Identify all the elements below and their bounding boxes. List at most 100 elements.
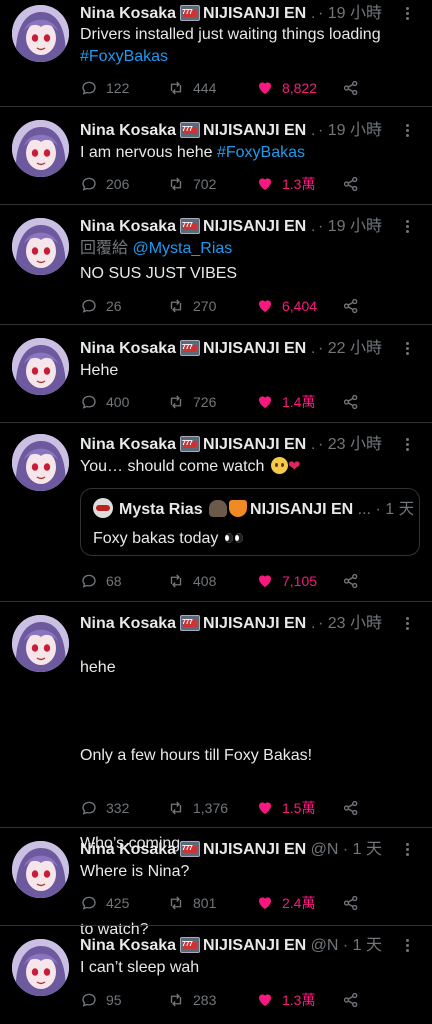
- avatar[interactable]: [12, 841, 69, 898]
- tweet[interactable]: Nina KosakaNIJISANJI EN… · 22 小時 Hehe 40…: [0, 326, 432, 423]
- avatar-image: [12, 841, 69, 898]
- quoted-avatar[interactable]: [93, 498, 113, 518]
- tweet-time[interactable]: · 19 小時: [313, 3, 382, 25]
- quoted-tweet[interactable]: Mysta Rias NIJISANJI EN ... · 1 天 Foxy b…: [80, 488, 420, 556]
- author-org[interactable]: NIJISANJI EN: [203, 436, 306, 453]
- author-org[interactable]: NIJISANJI EN: [203, 615, 306, 632]
- tweet-time[interactable]: · 19 小時: [313, 216, 382, 238]
- share-button[interactable]: [342, 390, 368, 414]
- author-name[interactable]: Nina Kosaka: [80, 122, 176, 139]
- retweet-button[interactable]: 408: [167, 569, 216, 593]
- tweet-time[interactable]: · 1 天: [338, 935, 382, 957]
- more-icon[interactable]: [396, 935, 420, 957]
- mention-link[interactable]: @Mysta_Rias: [132, 240, 232, 257]
- retweet-button[interactable]: 283: [167, 988, 216, 1012]
- more-icon[interactable]: [396, 338, 420, 360]
- tweet-time[interactable]: · 1 天: [338, 839, 382, 861]
- tweet[interactable]: Nina KosakaNIJISANJI EN… · 19 小時 I am ne…: [0, 108, 432, 205]
- author-name[interactable]: Nina Kosaka: [80, 218, 176, 235]
- share-button[interactable]: [342, 891, 368, 915]
- avatar[interactable]: [12, 615, 69, 672]
- share-button[interactable]: [342, 294, 368, 318]
- like-button[interactable]: 1.4萬: [256, 390, 315, 414]
- tweet[interactable]: Nina KosakaNIJISANJI EN @N... · 1 天 Wher…: [0, 829, 432, 926]
- tweet-time[interactable]: · 19 小時: [313, 120, 382, 142]
- share-button[interactable]: [342, 569, 368, 593]
- tweet[interactable]: Nina KosakaNIJISANJI EN… · 19 小時 Drivers…: [0, 0, 432, 107]
- share-button[interactable]: [342, 988, 368, 1012]
- like-button[interactable]: 2.4萬: [256, 891, 315, 915]
- quoted-author-name[interactable]: Mysta Rias: [119, 501, 203, 518]
- retweet-button[interactable]: 1,376: [167, 796, 228, 820]
- like-button[interactable]: 8,822: [256, 76, 317, 100]
- tweet-time[interactable]: · 23 小時: [313, 434, 382, 456]
- reply-button[interactable]: 122: [80, 76, 129, 100]
- like-button[interactable]: 1.5萬: [256, 796, 315, 820]
- tweet-actions: 332 1,376 1.5萬: [80, 796, 380, 820]
- avatar[interactable]: [12, 120, 69, 177]
- tweet[interactable]: Nina KosakaNIJISANJI EN… · 23 小時 You… sh…: [0, 424, 432, 602]
- author-name[interactable]: Nina Kosaka: [80, 937, 176, 954]
- slot-machine-emoji: [180, 340, 201, 356]
- reply-button[interactable]: 332: [80, 796, 129, 820]
- reply-button[interactable]: 95: [80, 988, 122, 1012]
- reply-button[interactable]: 425: [80, 891, 129, 915]
- tweet[interactable]: Nina KosakaNIJISANJI EN @N... · 1 天 I ca…: [0, 927, 432, 1024]
- quoted-time[interactable]: 1 天: [385, 501, 413, 518]
- eyes-emoji: [224, 533, 243, 543]
- author-org[interactable]: NIJISANJI EN: [203, 937, 306, 954]
- more-icon[interactable]: [396, 3, 420, 25]
- hashtag-link[interactable]: #FoxyBakas: [217, 144, 305, 161]
- author-org[interactable]: NIJISANJI EN: [203, 122, 306, 139]
- share-icon: [343, 80, 358, 96]
- avatar[interactable]: [12, 939, 69, 996]
- retweet-icon: [170, 81, 182, 95]
- author-name[interactable]: Nina Kosaka: [80, 615, 176, 632]
- reply-button[interactable]: 68: [80, 569, 122, 593]
- tweet[interactable]: Nina KosakaNIJISANJI EN… · 19 小時 回覆給 @My…: [0, 206, 432, 325]
- avatar[interactable]: [12, 434, 69, 491]
- like-button[interactable]: 6,404: [256, 294, 317, 318]
- more-icon[interactable]: [396, 434, 420, 456]
- quoted-author-org[interactable]: NIJISANJI EN: [250, 501, 353, 518]
- reply-button[interactable]: 26: [80, 294, 122, 318]
- fox-emoji: [229, 500, 248, 517]
- like-button[interactable]: 1.3萬: [256, 988, 315, 1012]
- author-name[interactable]: Nina Kosaka: [80, 841, 176, 858]
- author-org[interactable]: NIJISANJI EN: [203, 841, 306, 858]
- share-button[interactable]: [342, 172, 368, 196]
- more-icon[interactable]: [396, 613, 420, 635]
- hashtag-link[interactable]: #FoxyBakas: [80, 48, 168, 65]
- author-org[interactable]: NIJISANJI EN: [203, 218, 306, 235]
- retweet-button[interactable]: 270: [167, 294, 216, 318]
- avatar[interactable]: [12, 5, 69, 62]
- more-icon[interactable]: [396, 839, 420, 861]
- reply-button[interactable]: 400: [80, 390, 129, 414]
- tweet-time[interactable]: · 23 小時: [313, 613, 382, 635]
- like-button[interactable]: 7,105: [256, 569, 317, 593]
- retweet-button[interactable]: 801: [167, 891, 216, 915]
- author-name[interactable]: Nina Kosaka: [80, 436, 176, 453]
- avatar[interactable]: [12, 338, 69, 395]
- author-name[interactable]: Nina Kosaka: [80, 340, 176, 357]
- tweet-text: Where is Nina?: [80, 863, 190, 880]
- more-icon[interactable]: [396, 216, 420, 238]
- tweet-actions: 206 702 1.3萬: [80, 172, 380, 196]
- tweet-time[interactable]: · 22 小時: [313, 338, 382, 360]
- reply-button[interactable]: 206: [80, 172, 129, 196]
- tweet[interactable]: Nina KosakaNIJISANJI EN… · 23 小時 hehe On…: [0, 603, 432, 938]
- share-button[interactable]: [342, 76, 368, 100]
- retweet-button[interactable]: 702: [167, 172, 216, 196]
- tweet-actions: 122 444 8,822: [80, 76, 380, 100]
- slot-machine-emoji: [180, 615, 201, 631]
- like-button[interactable]: 1.3萬: [256, 172, 315, 196]
- more-icon[interactable]: [396, 120, 420, 142]
- share-button[interactable]: [342, 796, 368, 820]
- retweet-button[interactable]: 726: [167, 390, 216, 414]
- retweet-button[interactable]: 444: [167, 76, 216, 100]
- share-icon: [343, 895, 358, 911]
- author-name[interactable]: Nina Kosaka: [80, 5, 176, 22]
- avatar[interactable]: [12, 218, 69, 275]
- author-org[interactable]: NIJISANJI EN: [203, 340, 306, 357]
- author-org[interactable]: NIJISANJI EN: [203, 5, 306, 22]
